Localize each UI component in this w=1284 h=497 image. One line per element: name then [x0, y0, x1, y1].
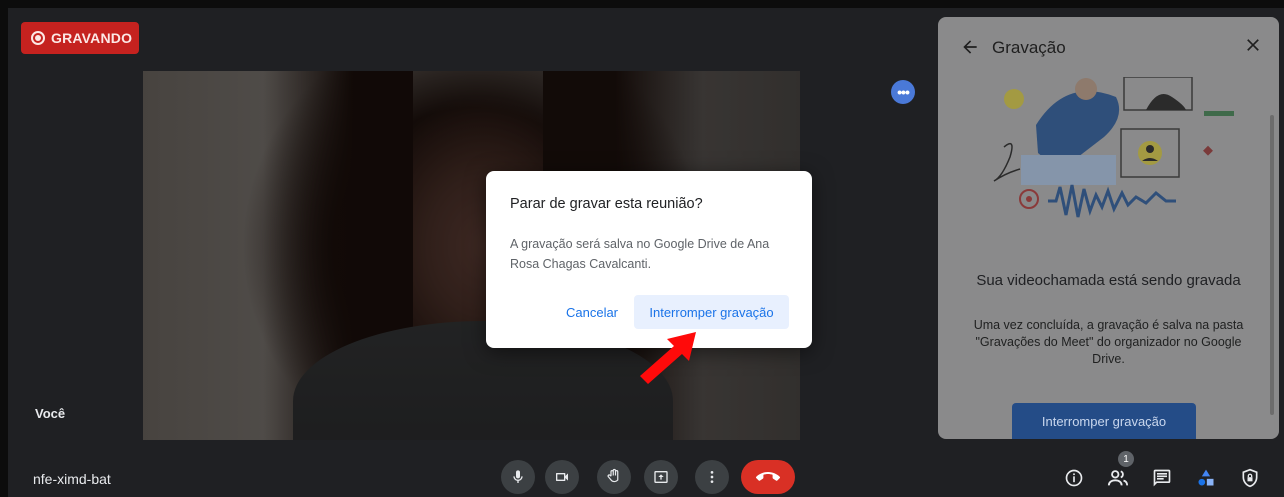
panel-description: Uma vez concluída, a gravação é salva na… — [973, 318, 1244, 366]
people-icon — [1107, 470, 1129, 486]
raise-hand-button[interactable] — [597, 460, 631, 494]
self-view-label: Você — [35, 406, 66, 421]
dialog-title: Parar de gravar esta reunião? — [510, 196, 703, 212]
raise-hand-icon — [607, 468, 619, 483]
present-button[interactable] — [644, 460, 678, 494]
host-controls-button[interactable] — [1238, 466, 1262, 490]
camera-button[interactable] — [545, 460, 579, 494]
security-icon — [1242, 468, 1258, 488]
mic-button[interactable] — [501, 460, 535, 494]
panel-stop-recording-button[interactable]: Interromper gravação — [1012, 403, 1196, 439]
arrow-back-icon[interactable] — [960, 37, 980, 57]
recording-side-panel: Gravação Sua videochamada está sendo gra… — [938, 17, 1279, 439]
participant-count-badge: 1 — [1118, 451, 1134, 467]
mic-icon — [513, 470, 523, 483]
annotation-arrow — [640, 332, 696, 384]
chat-icon — [1153, 469, 1171, 487]
dialog-stop-recording-button[interactable]: Interromper gravação — [634, 295, 789, 329]
dialog-cancel-button[interactable]: Cancelar — [558, 297, 626, 327]
close-icon[interactable] — [1241, 35, 1265, 59]
end-call-button[interactable] — [741, 460, 795, 494]
tile-more-options-button[interactable]: ••• — [891, 80, 915, 104]
camera-icon — [556, 473, 568, 481]
activities-button[interactable] — [1194, 466, 1218, 490]
recording-illustration — [993, 77, 1234, 218]
meeting-details-button[interactable] — [1062, 466, 1086, 490]
panel-title: Gravação — [992, 38, 1066, 57]
panel-heading: Sua videochamada está sendo gravada — [976, 272, 1241, 289]
dialog-body: A gravação será salva no Google Drive de… — [510, 237, 770, 271]
recording-badge-label: GRAVANDO — [51, 30, 133, 46]
present-icon — [654, 471, 668, 483]
recording-badge[interactable]: GRAVANDO — [21, 22, 139, 54]
panel-scrollbar[interactable] — [1270, 115, 1274, 415]
panel-header: Gravação — [938, 17, 1279, 77]
more-options-button[interactable] — [695, 460, 729, 494]
more-vert-icon — [710, 471, 714, 483]
activities-icon — [1198, 469, 1214, 486]
info-icon — [1065, 469, 1083, 487]
meeting-code: nfe-ximd-bat — [33, 471, 111, 487]
chat-button[interactable] — [1150, 466, 1174, 490]
people-button[interactable] — [1106, 466, 1130, 490]
record-icon — [31, 31, 45, 45]
more-horiz-icon: ••• — [897, 84, 910, 100]
call-end-icon — [756, 472, 780, 481]
